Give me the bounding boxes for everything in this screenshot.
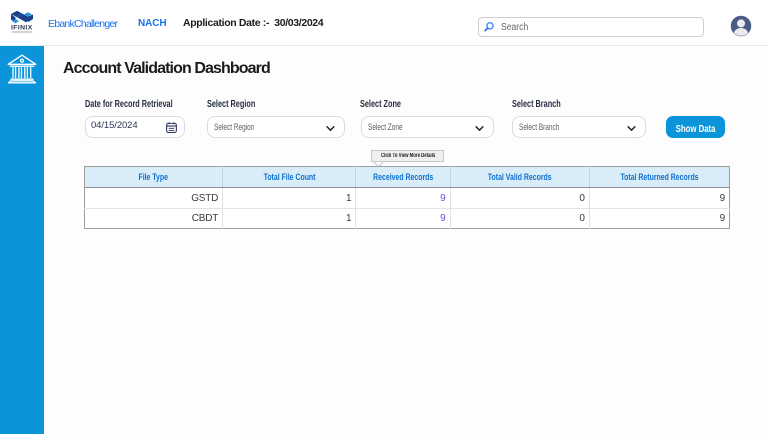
svg-text:IFINIX: IFINIX xyxy=(11,25,33,32)
